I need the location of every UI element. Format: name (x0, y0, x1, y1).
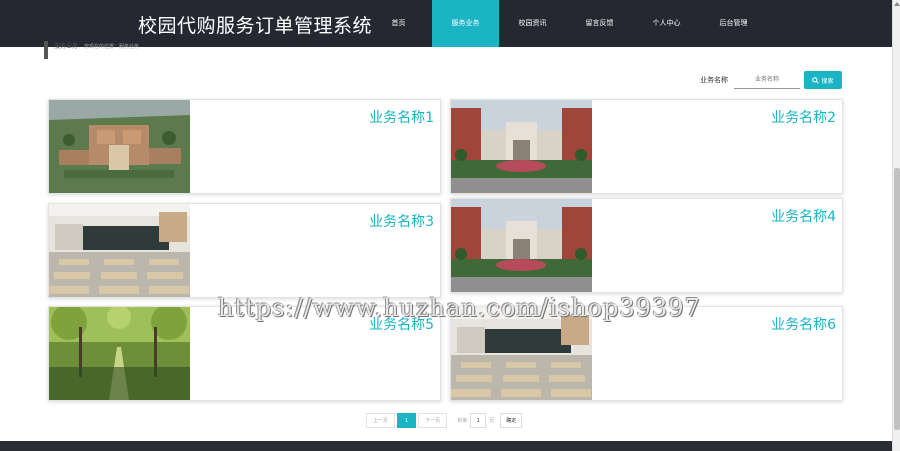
classroom-image[interactable] (451, 307, 592, 400)
page-unit: 页 (489, 418, 495, 424)
classroom-image[interactable] (49, 204, 190, 297)
service-card[interactable]: 业务名称4 (450, 198, 843, 293)
service-card[interactable]: 业务名称1 (48, 99, 441, 194)
pagination: 上一页 1 下一页 到第 1 页 确定 (366, 413, 523, 428)
service-name[interactable]: 业务名称6 (771, 314, 836, 334)
breadcrumb-location: 您现在的位置：服务业务 (84, 44, 140, 50)
nav-item-profile[interactable]: 个人中心 (633, 0, 700, 47)
tree-avenue-image[interactable] (49, 307, 190, 400)
nav-item-feedback[interactable]: 留言反馈 (566, 0, 633, 47)
service-name[interactable]: 业务名称3 (369, 211, 434, 231)
school-building-image[interactable] (451, 100, 592, 193)
nav-item-home[interactable]: 首页 (365, 0, 432, 47)
service-card[interactable]: 业务名称3 (48, 203, 441, 298)
search-label: 业务名称 (700, 76, 728, 84)
main-nav: 首页 服务业务 校园资讯 留言反馈 个人中心 后台管理 (365, 0, 767, 47)
search-input[interactable] (734, 71, 800, 89)
breadcrumb-title: 服务业务 (54, 43, 79, 50)
scroll-up-arrow-icon[interactable] (894, 2, 900, 6)
service-name[interactable]: 业务名称2 (771, 107, 836, 127)
top-navbar: 校园代购服务订单管理系统 首页 服务业务 校园资讯 留言反馈 个人中心 后台管理 (0, 0, 892, 47)
nav-item-admin[interactable]: 后台管理 (700, 0, 767, 47)
nav-item-services[interactable]: 服务业务 (432, 0, 499, 47)
nav-item-news[interactable]: 校园资讯 (499, 0, 566, 47)
service-name[interactable]: 业务名称5 (369, 314, 434, 334)
service-card[interactable]: 业务名称2 (450, 99, 843, 194)
search-bar: 业务名称 搜索 (700, 71, 842, 89)
breadcrumb: 服务业务 您现在的位置：服务业务 (44, 41, 139, 59)
search-button-label: 搜索 (821, 77, 834, 85)
search-icon (812, 76, 820, 84)
service-name[interactable]: 业务名称4 (771, 206, 836, 226)
page-scrollbar[interactable] (892, 0, 900, 451)
search-button[interactable]: 搜索 (804, 71, 842, 89)
footer (0, 441, 892, 451)
page-number-current[interactable]: 1 (397, 413, 417, 428)
confirm-page-button[interactable]: 确定 (500, 413, 523, 428)
service-card[interactable]: 业务名称6 (450, 306, 843, 401)
goto-label: 到第 (457, 418, 468, 424)
scroll-thumb[interactable] (894, 168, 900, 430)
page-input[interactable]: 1 (470, 413, 487, 428)
site-title: 校园代购服务订单管理系统 (138, 15, 373, 37)
campus-aerial-image[interactable] (49, 100, 190, 193)
service-name[interactable]: 业务名称1 (369, 107, 434, 127)
school-building-image[interactable] (451, 199, 592, 292)
next-page-button[interactable]: 下一页 (418, 413, 448, 428)
service-card[interactable]: 业务名称5 (48, 306, 441, 401)
prev-page-button[interactable]: 上一页 (366, 413, 396, 428)
